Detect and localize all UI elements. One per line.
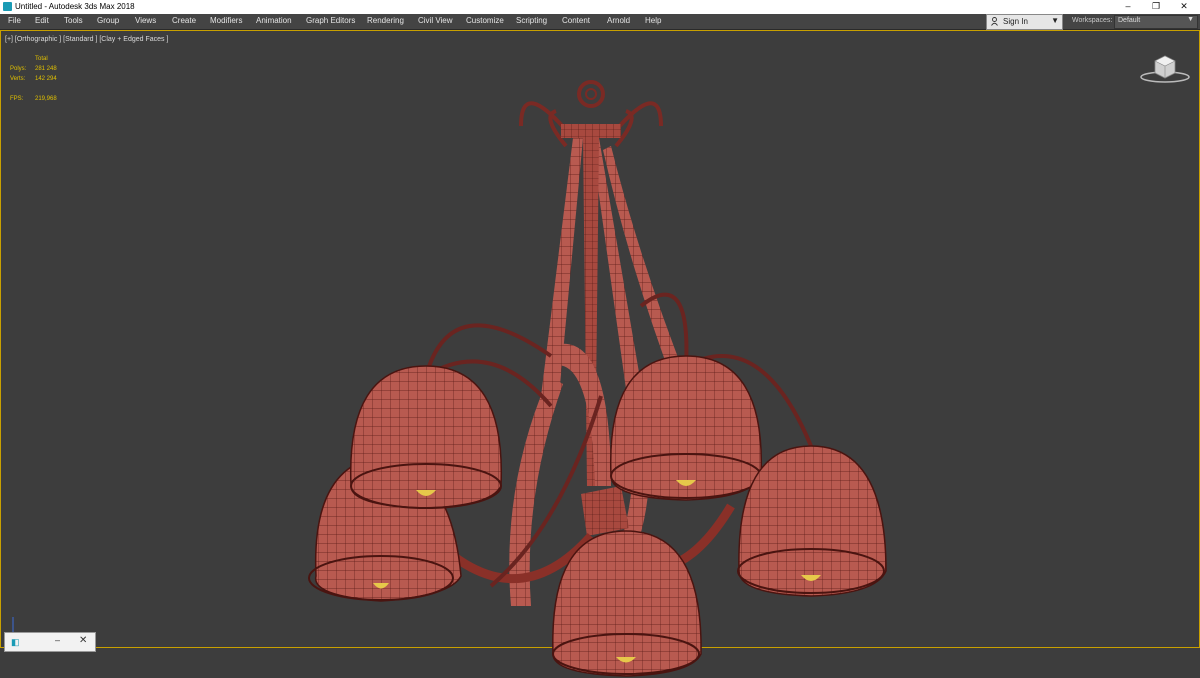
menu-tools[interactable]: Tools	[64, 16, 83, 25]
workspaces-label: Workspaces:	[1072, 17, 1113, 24]
menu-arnold[interactable]: Arnold	[607, 16, 630, 25]
menu-animation[interactable]: Animation	[256, 16, 292, 25]
panel-minimize-button[interactable]: –	[55, 635, 60, 645]
sign-in-dropdown[interactable]: Sign In ▼	[986, 14, 1063, 30]
menu-modifiers[interactable]: Modifiers	[210, 16, 242, 25]
close-button[interactable]: ✕	[1170, 0, 1198, 14]
polys-value: 281 248	[35, 66, 57, 72]
chandelier-model[interactable]	[291, 66, 911, 678]
menu-help[interactable]: Help	[645, 16, 661, 25]
viewcube-icon[interactable]	[1137, 51, 1193, 85]
workspaces-value: Default	[1118, 17, 1141, 24]
fps-value: 219,968	[35, 96, 57, 102]
workspaces-select[interactable]: Default ▼	[1114, 15, 1198, 29]
viewport[interactable]: [+] [Orthographic ] [Standard ] [Clay + …	[0, 30, 1200, 677]
menu-content[interactable]: Content	[562, 16, 590, 25]
chevron-down-icon: ▼	[1187, 16, 1194, 23]
user-icon	[991, 17, 998, 26]
mini-listener-panel[interactable]: ◧ – ✕	[4, 632, 96, 652]
window-title: Untitled - Autodesk 3ds Max 2018	[15, 2, 135, 11]
viewport-label-menu[interactable]: [+] [Orthographic ] [Standard ] [Clay + …	[5, 36, 168, 43]
menu-group[interactable]: Group	[97, 16, 119, 25]
menu-scripting[interactable]: Scripting	[516, 16, 547, 25]
panel-close-button[interactable]: ✕	[79, 635, 87, 646]
menu-graph-editors[interactable]: Graph Editors	[306, 16, 355, 25]
verts-label: Verts:	[10, 76, 26, 82]
menu-file[interactable]: File	[8, 16, 21, 25]
restore-button[interactable]: ❐	[1142, 0, 1170, 14]
statistics-overlay: Total Polys: 281 248 Verts: 142 294 FPS: 21…	[10, 54, 70, 104]
minimize-button[interactable]: –	[1114, 0, 1142, 14]
stats-header: Total	[35, 56, 48, 62]
polys-label: Polys:	[10, 66, 27, 72]
sign-in-label: Sign In	[1003, 17, 1028, 26]
menu-create[interactable]: Create	[172, 16, 196, 25]
menu-views[interactable]: Views	[135, 16, 156, 25]
app-small-icon: ◧	[11, 637, 20, 647]
fps-label: FPS:	[10, 96, 24, 102]
title-bar: Untitled - Autodesk 3ds Max 2018 – ❐ ✕	[0, 0, 1200, 14]
menu-civil-view[interactable]: Civil View	[418, 16, 453, 25]
app-icon	[3, 2, 12, 11]
chevron-down-icon: ▼	[1051, 16, 1059, 25]
canopy	[561, 124, 621, 138]
menu-customize[interactable]: Customize	[466, 16, 504, 25]
menu-edit[interactable]: Edit	[35, 16, 49, 25]
menu-rendering[interactable]: Rendering	[367, 16, 404, 25]
verts-value: 142 294	[35, 76, 57, 82]
